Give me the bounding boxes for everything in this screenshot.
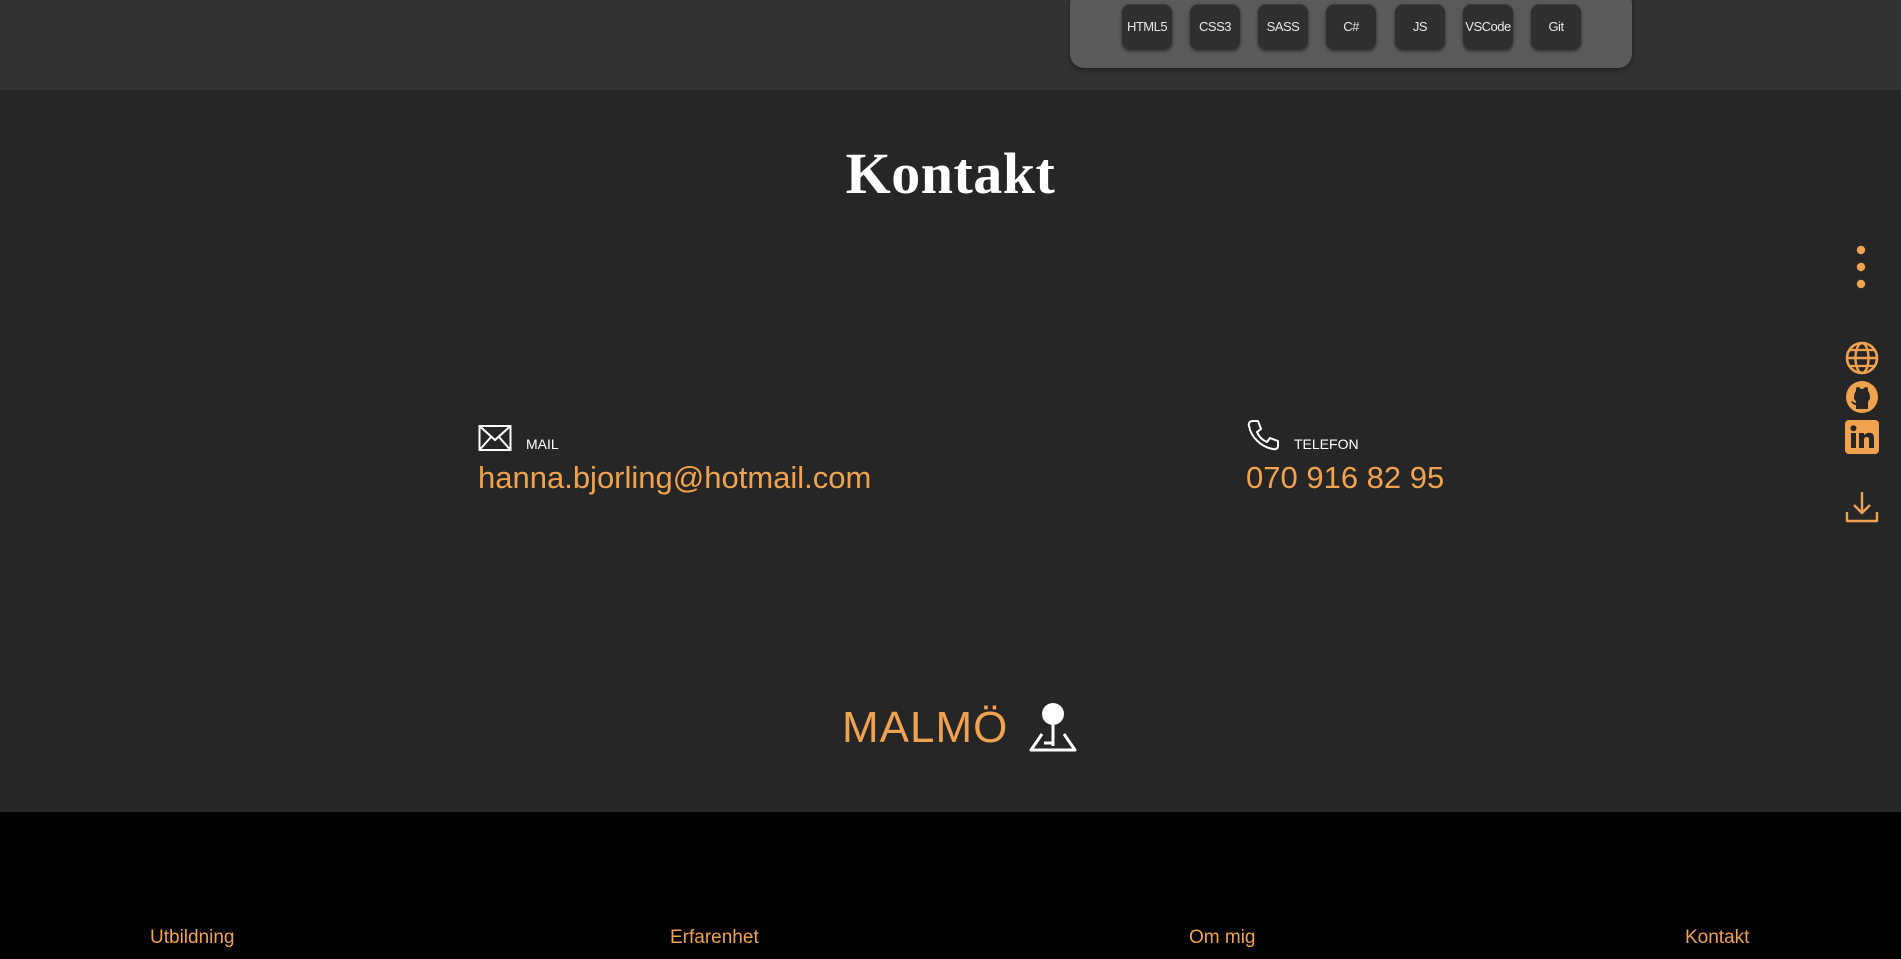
linkedin-icon[interactable] (1845, 420, 1879, 458)
download-icon[interactable] (1845, 490, 1879, 528)
github-icon[interactable] (1845, 380, 1879, 418)
more-vertical-icon[interactable] (1855, 245, 1867, 293)
location: MALMÖ (842, 700, 1078, 756)
map-pin-icon (1028, 700, 1078, 756)
mail-contact: MAIL hanna.bjorling@hotmail.com (478, 422, 871, 496)
envelope-icon (478, 424, 512, 456)
footer: Utbildning Erfarenhet Om mig Kontakt (0, 812, 1901, 959)
footer-link-kontakt[interactable]: Kontakt (1685, 927, 1749, 949)
phone-link[interactable]: 070 916 82 95 (1246, 460, 1444, 496)
skills-band: HTML5 CSS3 SASS C# JS VSCode Git (0, 0, 1901, 90)
phone-icon (1246, 418, 1280, 456)
skill-sass[interactable]: SASS (1258, 4, 1308, 49)
footer-link-utbildning[interactable]: Utbildning (150, 927, 235, 949)
section-title: Kontakt (845, 141, 1056, 206)
mail-link[interactable]: hanna.bjorling@hotmail.com (478, 460, 871, 496)
skill-html5[interactable]: HTML5 (1122, 4, 1172, 49)
footer-link-om-mig[interactable]: Om mig (1189, 927, 1256, 949)
phone-contact: TELEFON 070 916 82 95 (1246, 420, 1444, 496)
skill-csharp[interactable]: C# (1326, 4, 1376, 49)
skill-vscode[interactable]: VSCode (1463, 4, 1513, 49)
page: HTML5 CSS3 SASS C# JS VSCode Git Kontakt… (0, 0, 1901, 959)
skill-css3[interactable]: CSS3 (1190, 4, 1240, 49)
skills-panel: HTML5 CSS3 SASS C# JS VSCode Git (1070, 0, 1632, 68)
skill-git[interactable]: Git (1531, 4, 1581, 49)
globe-icon[interactable] (1845, 341, 1879, 379)
phone-label: TELEFON (1294, 436, 1359, 452)
mail-label: MAIL (526, 436, 559, 452)
skill-js[interactable]: JS (1395, 4, 1445, 49)
location-city: MALMÖ (842, 703, 1009, 752)
footer-link-erfarenhet[interactable]: Erfarenhet (670, 927, 759, 949)
